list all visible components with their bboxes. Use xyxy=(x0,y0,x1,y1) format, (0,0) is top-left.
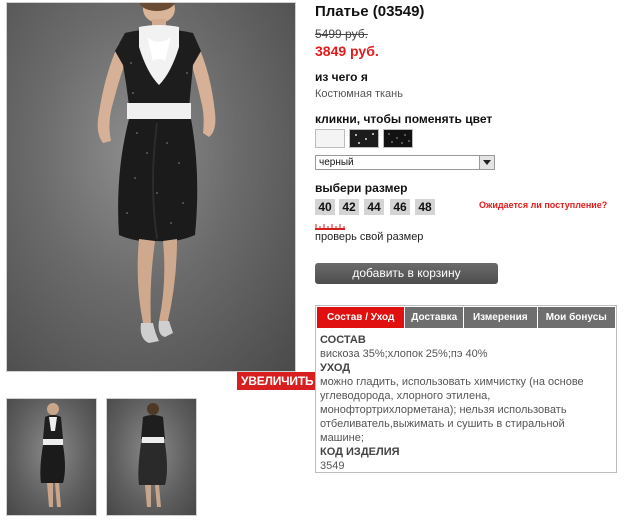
product-code-heading: КОД ИЗДЕЛИЯ xyxy=(320,446,400,458)
swatch-pattern xyxy=(384,130,412,147)
care-line: монофтортрихлорметана); нельзя использов… xyxy=(320,404,567,416)
care-line: углеводорода, хлорного этилена, xyxy=(320,390,491,402)
await-restock-link[interactable]: Ожидается ли поступление? xyxy=(479,200,607,210)
size-option-48[interactable]: 48 xyxy=(415,199,435,215)
old-price: 5499 руб. xyxy=(315,27,368,41)
zoom-button[interactable]: УВЕЛИЧИТЬ xyxy=(237,372,318,390)
thumbnail-image xyxy=(138,403,167,507)
tab-bonuses[interactable]: Мои бонусы xyxy=(537,307,615,328)
product-info-panel: Состав / Уход Доставка Измерения Мои бон… xyxy=(315,305,617,473)
ruler-icon xyxy=(315,224,345,230)
tab-delivery[interactable]: Доставка xyxy=(405,307,464,328)
info-tabs: Состав / Уход Доставка Измерения Мои бон… xyxy=(317,307,615,328)
size-option-44[interactable]: 44 xyxy=(364,199,384,215)
size-option-46[interactable]: 46 xyxy=(390,199,410,215)
color-swatch-black-dots[interactable] xyxy=(383,129,413,148)
chevron-down-icon[interactable] xyxy=(479,156,494,169)
color-swatch-white[interactable] xyxy=(315,129,345,148)
color-select[interactable]: черный xyxy=(315,155,495,170)
color-swatch-black-white[interactable] xyxy=(349,129,379,148)
check-size-link[interactable]: проверь свой размер xyxy=(315,231,423,243)
product-code: 3549 xyxy=(320,460,345,472)
color-label: кликни, чтобы поменять цвет xyxy=(315,112,493,126)
care-heading: УХОД xyxy=(320,362,351,374)
care-line: можно гладить, использовать химчистку (н… xyxy=(320,376,584,388)
add-to-cart-button[interactable]: добавить в корзину xyxy=(315,263,498,284)
thumbnail-back-view[interactable] xyxy=(106,398,197,516)
current-price: 3849 руб. xyxy=(315,43,379,59)
product-title: Платье (03549) xyxy=(315,3,425,20)
size-option-42[interactable]: 42 xyxy=(339,199,359,215)
tab-content: СОСТАВ вискоза 35%;хлопок 25%;пэ 40% УХО… xyxy=(320,333,610,473)
tab-measurements[interactable]: Измерения xyxy=(464,307,537,328)
size-label: выбери размер xyxy=(315,181,408,195)
size-option-40[interactable]: 40 xyxy=(315,199,335,215)
material-label: из чего я xyxy=(315,70,368,84)
thumbnail-image xyxy=(40,403,65,507)
material-value: Костюмная ткань xyxy=(315,88,403,100)
color-select-value: черный xyxy=(319,157,354,168)
swatch-pattern xyxy=(350,130,378,147)
main-product-photo[interactable] xyxy=(6,2,296,372)
composition-heading: СОСТАВ xyxy=(320,334,366,346)
thumbnail-side-view[interactable] xyxy=(6,398,97,516)
tab-composition-care[interactable]: Состав / Уход xyxy=(317,307,405,328)
care-line: отбеливатель,выжимать и сушить в стираль… xyxy=(320,418,565,430)
composition-text: вискоза 35%;хлопок 25%;пэ 40% xyxy=(320,348,488,360)
dress-model-image xyxy=(97,3,216,343)
care-line: машине; xyxy=(320,432,364,444)
